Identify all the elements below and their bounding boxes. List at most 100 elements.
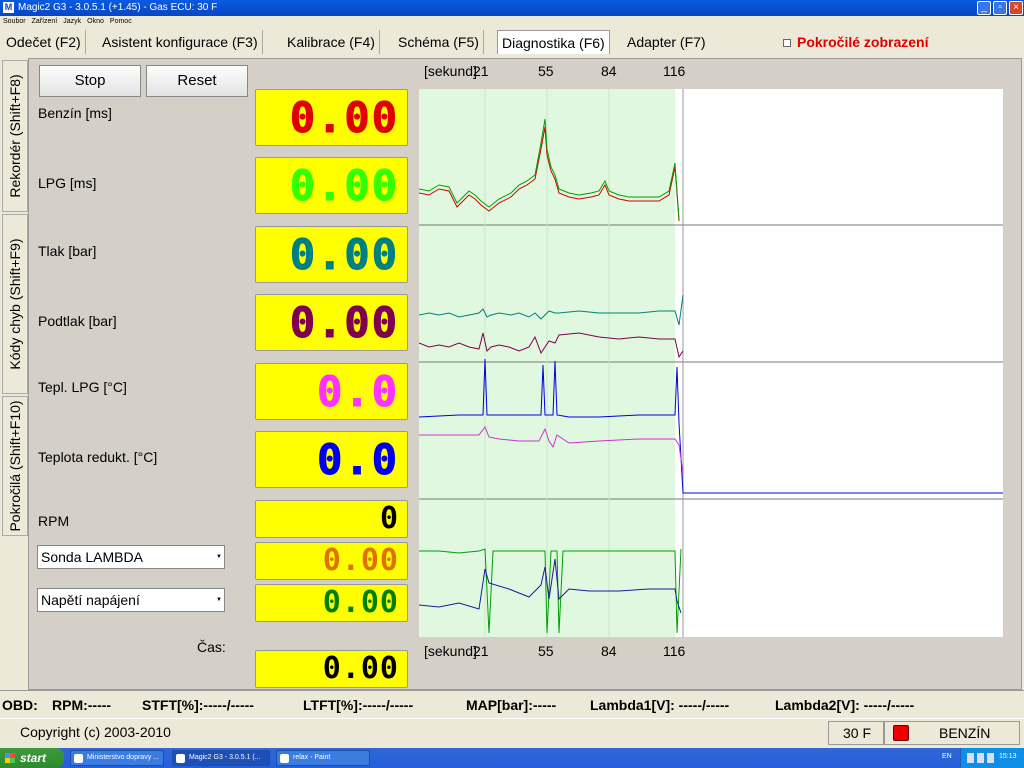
- system-tray: 15:13: [960, 748, 1024, 768]
- axis-tick: 21: [473, 643, 489, 659]
- axis-tick: 84: [601, 63, 617, 79]
- value-time: 0.00: [322, 651, 399, 686]
- browser-icon: [74, 754, 83, 763]
- label-lpg: LPG [ms]: [38, 175, 97, 191]
- display-lambda: 0.00: [255, 542, 408, 580]
- app-icon: M: [3, 2, 14, 13]
- obd-lambda1: Lambda1[V]: -----/-----: [590, 697, 730, 713]
- tab-adapter[interactable]: Adapter (F7): [623, 30, 710, 54]
- obd-rpm: RPM:-----: [52, 697, 112, 713]
- window-title: Magic2 G3 - 3.0.5.1 (+1.45) - Gas ECU: 3…: [18, 2, 218, 13]
- app-icon: [176, 754, 185, 763]
- chevron-down-icon: ▼: [216, 554, 222, 560]
- tray-icons[interactable]: [967, 753, 997, 763]
- chevron-down-icon: ▼: [216, 597, 222, 603]
- obd-label: OBD:: [2, 697, 38, 713]
- value-lpg: 0.00: [289, 160, 399, 210]
- label-teplota-redukt: Teplota redukt. [°C]: [38, 449, 158, 465]
- diagnostics-panel: Stop Reset Benzín [ms] LPG [ms] Tlak [ba…: [28, 58, 1022, 690]
- axis-tick: 21: [473, 63, 489, 79]
- task-ministerstvo[interactable]: Ministerstvo dopravy ...: [70, 750, 164, 766]
- advanced-view-label: Pokročilé zobrazení: [797, 34, 929, 50]
- display-tlak: 0.00: [255, 226, 408, 283]
- value-rpm: 0: [379, 501, 399, 536]
- axis-unit-label: [sekund]: [424, 643, 477, 659]
- axis-tick: 55: [538, 63, 554, 79]
- menu-bar: Soubor Zařízení Jazyk Okno Pomoc: [0, 16, 1024, 28]
- side-tab-pokrocila[interactable]: Pokročilá (Shift+F10): [2, 396, 28, 536]
- value-benzin: 0.00: [289, 92, 399, 142]
- display-rpm: 0: [255, 500, 408, 538]
- side-tab-kody-chyb[interactable]: Kódy chyb (Shift+F9): [2, 214, 28, 394]
- obd-stft: STFT[%]:-----/-----: [142, 697, 254, 713]
- task-magic2[interactable]: Magic2 G3 - 3.0.5.1 (...: [172, 750, 270, 766]
- value-voltage: 0.00: [322, 585, 399, 620]
- obd-map: MAP[bar]:-----: [466, 697, 557, 713]
- fuel-indicator: [893, 725, 909, 741]
- display-teplota-redukt: 0.0: [255, 431, 408, 488]
- menu-okno[interactable]: Okno: [84, 16, 107, 28]
- label-tlak: Tlak [bar]: [38, 243, 97, 259]
- copyright-text: Copyright (c) 2003-2010: [20, 724, 171, 740]
- fuel-status: BENZÍN: [884, 721, 1020, 745]
- ecu-label: 30 F: [828, 721, 884, 745]
- advanced-view-toggle[interactable]: Pokročilé zobrazení: [783, 34, 928, 50]
- tab-kalibrace[interactable]: Kalibrace (F4): [283, 30, 380, 54]
- value-lambda: 0.00: [322, 543, 399, 578]
- axis-tick: 84: [601, 643, 617, 659]
- maximize-button[interactable]: ▫: [993, 1, 1007, 15]
- tab-odecet[interactable]: Odečet (F2): [2, 30, 86, 54]
- windows-logo-icon: [5, 753, 15, 763]
- lambda-select[interactable]: Sonda LAMBDA ▼: [37, 545, 225, 569]
- axis-tick: 116: [663, 63, 686, 79]
- tab-asistent-konfigurace[interactable]: Asistent konfigurace (F3): [98, 30, 263, 54]
- side-tab-rekorder[interactable]: Rekordér (Shift+F8): [2, 60, 28, 212]
- obd-status-bar: OBD: RPM:----- STFT[%]:-----/----- LTFT[…: [0, 690, 1024, 718]
- tab-schema[interactable]: Schéma (F5): [394, 30, 484, 54]
- display-benzin: 0.00: [255, 89, 408, 146]
- start-button[interactable]: start: [0, 748, 64, 768]
- display-time: 0.00: [255, 650, 408, 688]
- value-teplota-redukt: 0.0: [317, 434, 399, 484]
- value-tlak: 0.00: [289, 229, 399, 279]
- label-tepl-lpg: Tepl. LPG [°C]: [38, 379, 127, 395]
- lambda-select-value: Sonda LAMBDA: [41, 549, 143, 565]
- time-axis-bottom: [sekund] 21 55 84 116: [421, 643, 1001, 659]
- reset-button[interactable]: Reset: [146, 65, 248, 97]
- advanced-view-checkbox[interactable]: [783, 39, 791, 48]
- menu-soubor[interactable]: Soubor: [0, 16, 29, 28]
- axis-unit-label: [sekund]: [424, 63, 477, 79]
- voltage-select[interactable]: Napětí napájení ▼: [37, 588, 225, 612]
- task-paint[interactable]: relax - Paint: [276, 750, 370, 766]
- menu-jazyk[interactable]: Jazyk: [60, 16, 84, 28]
- close-button[interactable]: ×: [1009, 1, 1023, 15]
- signal-plot[interactable]: [419, 89, 1003, 637]
- obd-ltft: LTFT[%]:-----/-----: [303, 697, 414, 713]
- minimize-button[interactable]: _: [977, 1, 991, 15]
- label-podtlak: Podtlak [bar]: [38, 313, 117, 329]
- time-label: Čas:: [197, 639, 226, 655]
- time-axis-top: [sekund] 21 55 84 116: [421, 63, 1001, 79]
- language-indicator[interactable]: EN: [942, 753, 952, 760]
- fuel-mode-label: BENZÍN: [939, 725, 991, 741]
- display-tepl-lpg: 0.0: [255, 363, 408, 420]
- menu-pomoc[interactable]: Pomoc: [107, 16, 135, 28]
- axis-tick: 116: [663, 643, 686, 659]
- label-rpm: RPM: [38, 513, 70, 529]
- side-tabs: Rekordér (Shift+F8) Kódy chyb (Shift+F9)…: [2, 60, 28, 538]
- voltage-select-value: Napětí napájení: [41, 592, 140, 608]
- stop-button[interactable]: Stop: [39, 65, 141, 97]
- footer-bar: Copyright (c) 2003-2010 30 F BENZÍN: [0, 718, 1024, 746]
- clock[interactable]: 15:13: [999, 753, 1017, 760]
- paint-icon: [280, 754, 289, 763]
- display-voltage: 0.00: [255, 584, 408, 622]
- menu-zarizeni[interactable]: Zařízení: [29, 16, 61, 28]
- value-tepl-lpg: 0.0: [317, 366, 399, 416]
- axis-tick: 55: [538, 643, 554, 659]
- obd-lambda2: Lambda2[V]: -----/-----: [775, 697, 915, 713]
- taskbar: start Ministerstvo dopravy ... Magic2 G3…: [0, 748, 1024, 768]
- label-benzin: Benzín [ms]: [38, 105, 112, 121]
- tab-diagnostika[interactable]: Diagnostika (F6): [497, 30, 610, 54]
- main-tabs: Odečet (F2) Asistent konfigurace (F3) Ka…: [0, 28, 1024, 56]
- title-bar: M Magic2 G3 - 3.0.5.1 (+1.45) - Gas ECU:…: [0, 0, 1024, 16]
